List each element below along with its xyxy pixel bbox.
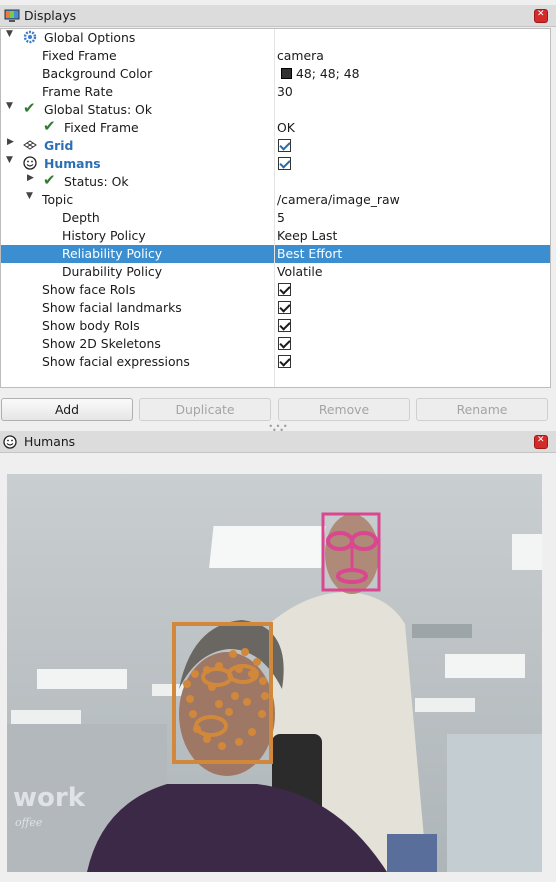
ceiling-light: [512, 534, 542, 570]
expand-arrow-icon[interactable]: ▼: [6, 155, 13, 165]
tree-label: Show 2D Skeletons: [42, 336, 161, 351]
tree-label: Global Status: Ok: [44, 102, 152, 117]
expand-arrow-icon[interactable]: ▼: [6, 29, 13, 39]
camera-image-view[interactable]: work offee: [7, 474, 542, 872]
tree-label: Humans: [44, 156, 101, 171]
tree-row-show-facial-landmarks[interactable]: Show facial landmarks: [1, 299, 550, 317]
tree-row-depth[interactable]: Depth 5: [1, 209, 550, 227]
tree-label: Durability Policy: [62, 264, 163, 279]
tree-label: Show facial expressions: [42, 354, 190, 369]
tree-label: Show body RoIs: [42, 318, 140, 333]
tree-row-show-facial-expressions[interactable]: Show facial expressions: [1, 353, 550, 371]
expand-arrow-icon[interactable]: ▼: [6, 101, 13, 111]
background-color-value[interactable]: 48; 48; 48: [281, 66, 360, 81]
duplicate-button[interactable]: Duplicate: [139, 398, 271, 421]
check-icon: ✔: [23, 99, 36, 117]
displays-panel-header: Displays: [0, 5, 556, 27]
tree-label: Reliability Policy: [62, 246, 163, 261]
history-policy-value[interactable]: Keep Last: [277, 228, 337, 243]
check-icon: ✔: [43, 117, 56, 135]
show-body-rois-checkbox[interactable]: [278, 319, 291, 332]
tree-row-status-fixed-frame[interactable]: ✔ Fixed Frame OK: [1, 117, 550, 137]
tree-row-frame-rate[interactable]: Frame Rate 30: [1, 83, 550, 101]
monitor-icon: [4, 9, 20, 23]
tree-row-history-policy[interactable]: History Policy Keep Last: [1, 227, 550, 245]
tree-row-global-options[interactable]: ▼ Global Options: [1, 29, 550, 47]
tree-label: Global Options: [44, 30, 136, 45]
wall-text-small: offee: [15, 816, 43, 829]
tree-label: Frame Rate: [42, 84, 113, 99]
ceiling-light: [209, 526, 326, 568]
smiley-icon: [23, 156, 37, 170]
remove-button[interactable]: Remove: [278, 398, 410, 421]
close-displays-panel-button[interactable]: [534, 9, 548, 23]
tree-row-background-color[interactable]: Background Color 48; 48; 48: [1, 65, 550, 83]
depth-value[interactable]: 5: [277, 210, 285, 225]
ceiling-light: [11, 710, 81, 724]
tree-row-topic[interactable]: ▼ Topic /camera/image_raw: [1, 191, 550, 209]
tree-label: Depth: [62, 210, 100, 225]
window: [447, 734, 542, 872]
color-swatch: [281, 68, 292, 79]
collapse-arrow-icon[interactable]: ▶: [7, 137, 14, 147]
show-face-rois-checkbox[interactable]: [278, 283, 291, 296]
tree-label: Show facial landmarks: [42, 300, 182, 315]
tree-label: Fixed Frame: [42, 48, 117, 63]
tree-row-humans[interactable]: ▼ Humans: [1, 155, 550, 173]
show-2d-skeletons-checkbox[interactable]: [278, 337, 291, 350]
column-divider[interactable]: [274, 29, 275, 387]
tree-row-show-face-rois[interactable]: Show face RoIs: [1, 281, 550, 299]
tree-label: Topic: [42, 192, 74, 207]
displays-tree[interactable]: ▼ Global Options Fixed Frame camera Back…: [0, 28, 551, 388]
humans-panel-header: Humans: [0, 431, 556, 453]
durability-policy-value[interactable]: Volatile: [277, 264, 323, 279]
show-facial-landmarks-checkbox[interactable]: [278, 301, 291, 314]
tree-label: Show face RoIs: [42, 282, 136, 297]
grid-icon: [23, 138, 37, 152]
tree-label: Background Color: [42, 66, 153, 81]
grid-enabled-checkbox[interactable]: [278, 139, 291, 152]
humans-enabled-checkbox[interactable]: [278, 157, 291, 170]
tree-row-show-body-rois[interactable]: Show body RoIs: [1, 317, 550, 335]
show-facial-expressions-checkbox[interactable]: [278, 355, 291, 368]
background-color-text: 48; 48; 48: [296, 66, 360, 81]
frame-rate-value[interactable]: 30: [277, 84, 293, 99]
tree-row-fixed-frame[interactable]: Fixed Frame camera: [1, 47, 550, 65]
fixed-frame-status-value: OK: [277, 120, 295, 135]
check-icon: ✔: [43, 171, 56, 189]
tree-label: Status: Ok: [64, 174, 129, 189]
tree-row-global-status[interactable]: ▼ ✔ Global Status: Ok: [1, 99, 550, 119]
jeans: [387, 834, 437, 872]
collapse-arrow-icon[interactable]: ▶: [27, 173, 34, 183]
tree-label: History Policy: [62, 228, 146, 243]
tree-row-grid[interactable]: ▶ Grid: [1, 137, 550, 155]
fixed-frame-value[interactable]: camera: [277, 48, 324, 63]
humans-panel-title: Humans: [24, 434, 76, 449]
tree-row-reliability-policy[interactable]: Reliability Policy Best Effort: [1, 245, 550, 263]
tree-row-show-2d-skeletons[interactable]: Show 2D Skeletons: [1, 335, 550, 353]
ceiling-light: [445, 654, 525, 678]
ceiling-light: [415, 698, 475, 712]
displays-panel-title: Displays: [24, 8, 77, 23]
close-humans-panel-button[interactable]: [534, 435, 548, 449]
tree-row-humans-status[interactable]: ▶ ✔ Status: Ok: [1, 171, 550, 191]
rename-button[interactable]: Rename: [416, 398, 548, 421]
smiley-icon: [3, 434, 19, 449]
gear-icon: [23, 30, 37, 44]
topic-value[interactable]: /camera/image_raw: [277, 192, 400, 207]
tree-row-durability-policy[interactable]: Durability Policy Volatile: [1, 263, 550, 281]
camera-frame: work offee: [7, 474, 542, 872]
reliability-policy-value[interactable]: Best Effort: [277, 246, 342, 261]
tree-label: Grid: [44, 138, 74, 153]
tree-label: Fixed Frame: [64, 120, 139, 135]
add-button[interactable]: Add: [1, 398, 133, 421]
wall-text: work: [13, 783, 86, 813]
vent: [412, 624, 472, 638]
splitter-handle[interactable]: • • • • •: [268, 423, 288, 435]
expand-arrow-icon[interactable]: ▼: [26, 191, 33, 201]
ceiling-light: [37, 669, 127, 689]
